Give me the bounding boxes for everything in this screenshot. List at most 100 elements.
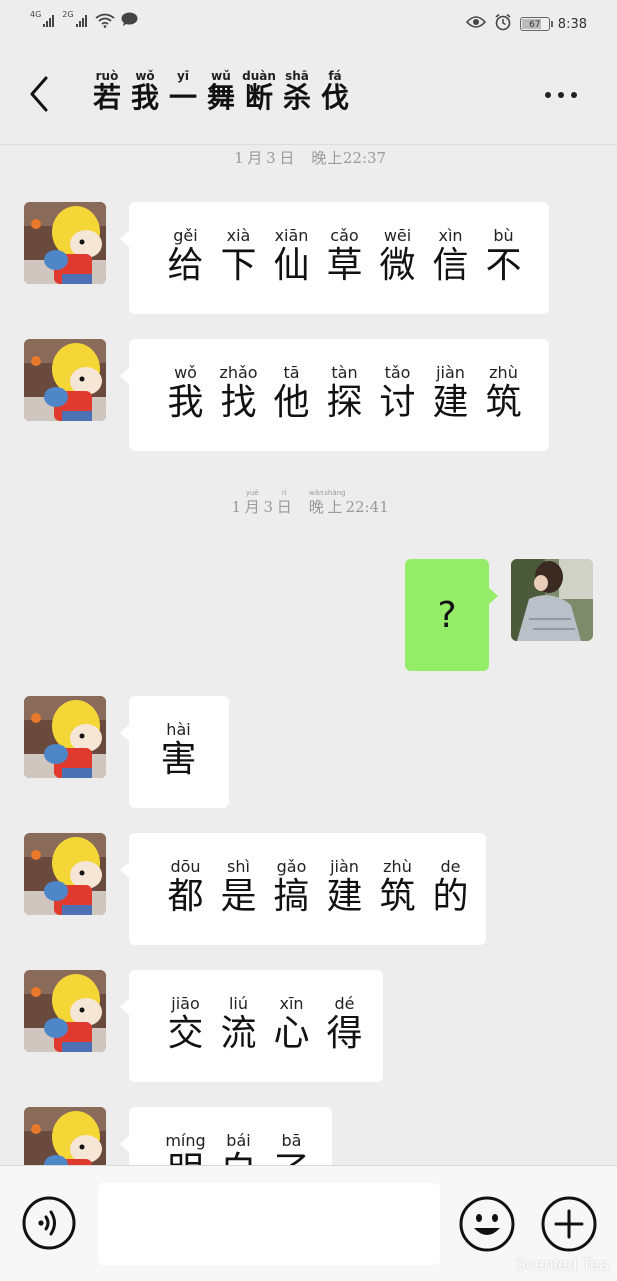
character-cell: wǔ 舞 [202, 70, 240, 112]
pinyin: xiān [274, 226, 309, 245]
message-text: ? [437, 594, 457, 636]
pinyin: xià [226, 226, 251, 245]
message-bubble[interactable]: dōu 都 shì 是 gǎo 搞 jiàn 建 zhù 筑 de 的 [120, 833, 486, 945]
alarm-icon [494, 13, 512, 35]
character-cell: 1 [228, 490, 244, 515]
hanzi: 上 [327, 149, 343, 167]
pinyin [302, 141, 304, 150]
message-bubble[interactable]: gěi 给 xià 下 xiān 仙 cǎo 草 wēi 微 xìn 信 bù 不 [120, 202, 549, 314]
pinyin: tǎo [384, 363, 411, 382]
character-cell: ruò 若 [88, 70, 126, 112]
hanzi: 22:41 [345, 498, 389, 516]
hanzi: 的 [432, 876, 469, 917]
character-cell: gěi 给 [159, 228, 212, 284]
message-bubble[interactable]: jiāo 交 liú 流 xīn 心 dé 得 [120, 970, 383, 1082]
character-cell: xìn 信 [424, 228, 477, 284]
character-cell: gǎo 搞 [265, 859, 318, 915]
character-cell: cǎo 草 [318, 228, 371, 284]
message-bubble[interactable]: hài 害 [120, 696, 229, 808]
hanzi: 建 [432, 382, 469, 423]
watermark: Scented Tea [514, 1255, 609, 1274]
pinyin: wǒ [174, 363, 197, 382]
pinyin: zhù [383, 857, 412, 876]
character-cell: xiān 仙 [265, 228, 318, 284]
input-bar: Scented Tea [0, 1165, 617, 1281]
character-cell: yuè 月 [244, 490, 260, 515]
character-cell: xià 下 [212, 228, 265, 284]
status-bar: 4G 2G 67 8:38 [0, 0, 617, 44]
voice-icon [22, 1196, 76, 1250]
character-cell: yī 一 [164, 70, 202, 112]
hanzi: 1 [231, 498, 242, 516]
character-cell: zhǎo 找 [212, 365, 265, 421]
pinyin: tàn [331, 363, 358, 382]
pinyin: xìn [438, 226, 463, 245]
contact-avatar[interactable] [24, 339, 106, 421]
pinyin: de [440, 857, 461, 876]
hanzi: 3 [263, 498, 274, 516]
my-message-bubble[interactable]: ? [405, 559, 498, 671]
pinyin: jiàn [436, 363, 465, 382]
contact-avatar[interactable] [24, 202, 106, 284]
back-button[interactable] [26, 76, 56, 112]
character-cell: 22:41 [346, 490, 389, 515]
hanzi: 心 [273, 1013, 310, 1054]
chat-title: ruò 若 wǒ 我 yī 一 wǔ 舞 duàn 断 shā 杀 fá 伐 [88, 70, 354, 112]
pinyin: bái [226, 1131, 251, 1150]
hanzi: 舞 [206, 81, 235, 114]
contact-avatar[interactable] [24, 833, 106, 915]
pinyin: dé [334, 994, 355, 1013]
hanzi: 找 [220, 382, 257, 423]
hanzi: 月 [244, 498, 260, 516]
more-functions-button[interactable] [541, 1196, 597, 1252]
timestamp: 1 yuè 月 3 rì 日 wǎn 晚 shàng 上 22:41 [0, 490, 617, 515]
hanzi: 日 [276, 498, 292, 516]
character-cell: shàng 上 [324, 490, 345, 515]
more-dots-icon [545, 92, 551, 98]
character-cell: jiāo 交 [159, 996, 212, 1052]
character-cell: 3 [263, 141, 279, 166]
pinyin [299, 490, 301, 499]
timestamp: 1 月 3 日 晚 上 22:37 [0, 141, 617, 166]
hanzi: 害 [160, 739, 197, 780]
character-cell: xīn 心 [265, 996, 318, 1052]
contact-avatar[interactable] [24, 970, 106, 1052]
pinyin: bā [281, 1131, 302, 1150]
character-cell: wēi 微 [371, 228, 424, 284]
character-cell: zhù 筑 [477, 365, 530, 421]
chat-header: ruò 若 wǒ 我 yī 一 wǔ 舞 duàn 断 shā 杀 fá 伐 [0, 44, 617, 145]
cellular-signal-icon: 4G [30, 10, 55, 27]
hanzi: 信 [432, 245, 469, 286]
wifi-icon [95, 13, 115, 28]
character-cell: rì 日 [276, 490, 292, 515]
pinyin: míng [165, 1131, 206, 1150]
more-button[interactable] [545, 92, 577, 98]
pinyin: xīn [279, 994, 304, 1013]
emoji-icon [459, 1196, 515, 1252]
contact-avatar[interactable] [24, 696, 106, 778]
pinyin: gǎo [276, 857, 307, 876]
message-bubble[interactable]: wǒ 我 zhǎo 找 tā 他 tàn 探 tǎo 讨 jiàn 建 zhù 筑 [120, 339, 549, 451]
pinyin: liú [228, 994, 249, 1013]
hanzi: 得 [326, 1013, 363, 1054]
voice-button[interactable] [22, 1196, 76, 1250]
pinyin: jiàn [330, 857, 359, 876]
pinyin: wēi [383, 226, 412, 245]
message-input[interactable] [98, 1183, 440, 1265]
hanzi: 1 [234, 149, 244, 167]
hanzi: 是 [220, 876, 257, 917]
emoji-button[interactable] [459, 1196, 515, 1252]
character-cell: 22:37 [343, 141, 386, 166]
hanzi: 筑 [379, 876, 416, 917]
hanzi: 我 [167, 382, 204, 423]
character-cell: shā 杀 [278, 70, 316, 112]
pinyin: cǎo [330, 226, 359, 245]
hanzi: 日 [279, 149, 295, 167]
pinyin: zhǎo [219, 363, 258, 382]
hanzi: 筑 [485, 382, 522, 423]
character-cell: bù 不 [477, 228, 530, 284]
hanzi: 杀 [282, 81, 311, 114]
character-cell: de 的 [424, 859, 477, 915]
my-avatar[interactable] [511, 559, 593, 641]
hanzi: 探 [326, 382, 363, 423]
